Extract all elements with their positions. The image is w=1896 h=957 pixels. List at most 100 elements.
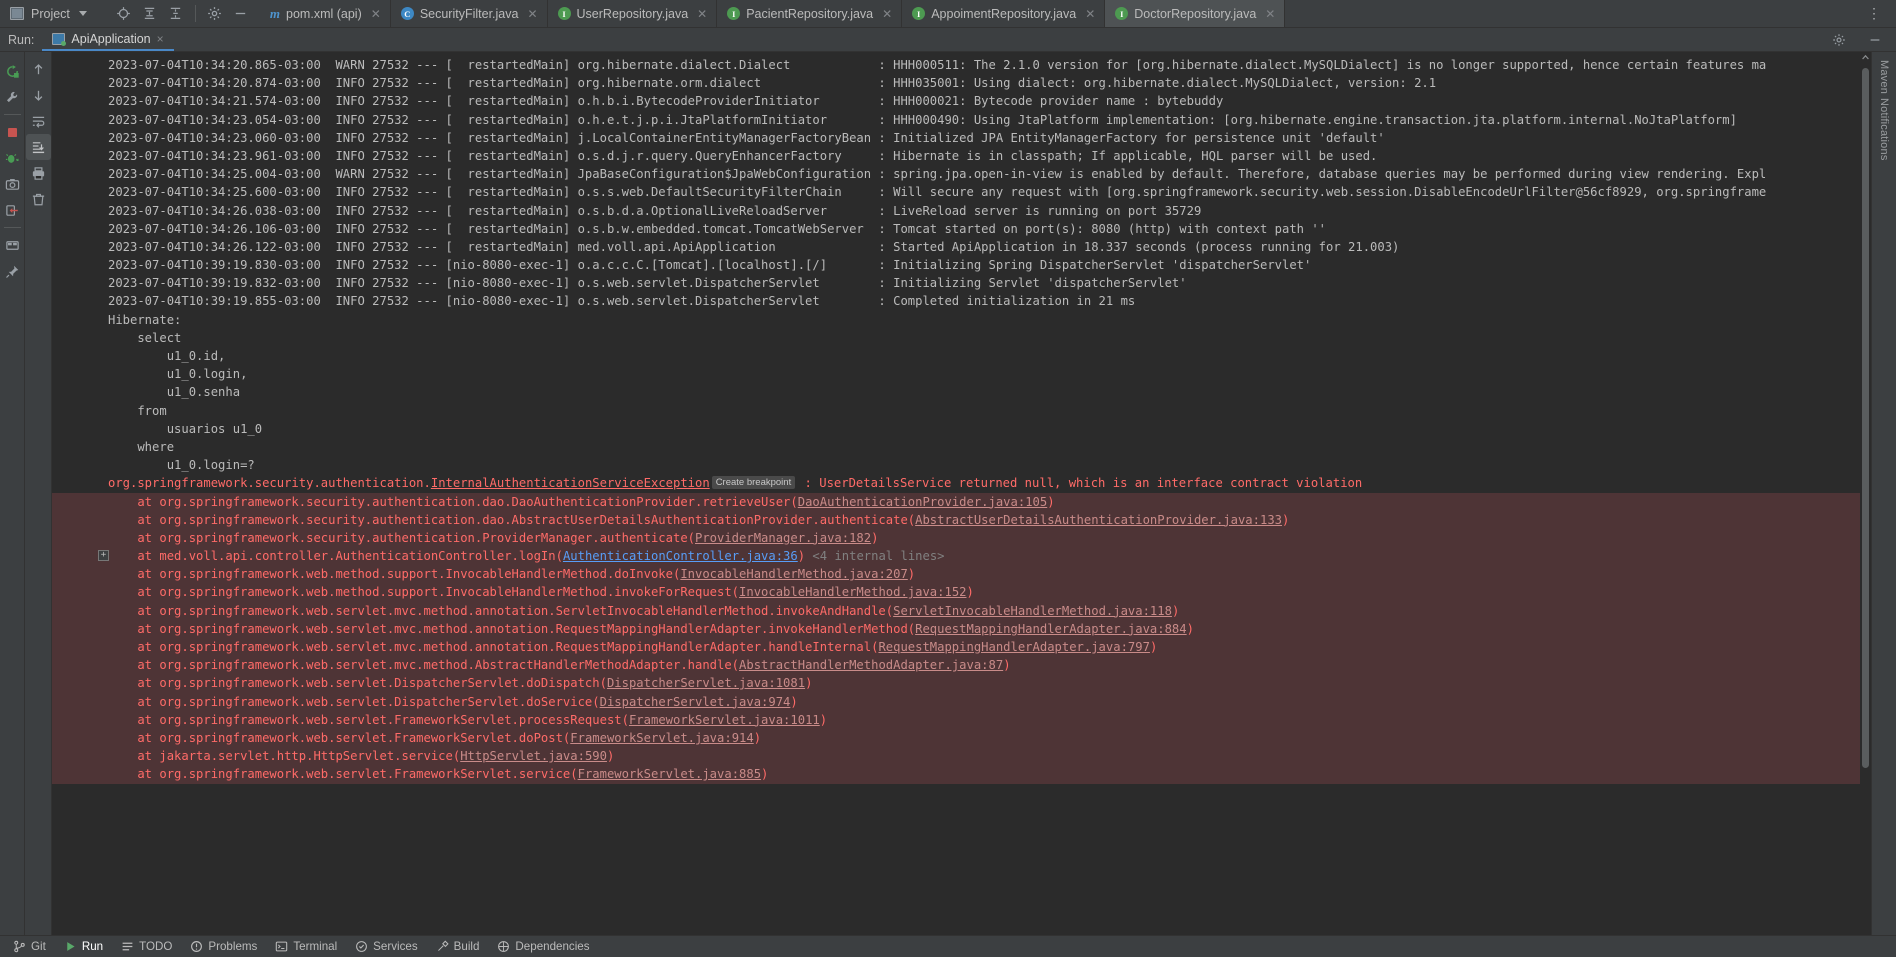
console-log-line: 2023-07-04T10:39:19.832-03:00 INFO 27532… xyxy=(108,276,1187,291)
stacktrace-file-link[interactable]: ProviderManager.java:182 xyxy=(695,531,871,545)
close-icon[interactable]: ✕ xyxy=(882,7,892,21)
status-problems-label: Problems xyxy=(208,940,258,953)
create-breakpoint-badge[interactable]: Create breakpoint xyxy=(711,476,796,490)
close-icon[interactable]: ✕ xyxy=(697,7,707,21)
class-icon: C xyxy=(400,7,414,20)
console-sql-line: u1_0.senha xyxy=(108,385,248,400)
close-icon[interactable]: ✕ xyxy=(1085,7,1095,21)
settings-gear-icon[interactable] xyxy=(202,1,228,27)
main-toolbar: Project m pom.xml (api) ✕ C SecurityFilt… xyxy=(0,0,1896,28)
stacktrace-file-link[interactable]: InvocableHandlerMethod.java:207 xyxy=(680,567,907,581)
stacktrace-file-link[interactable]: DispatcherServlet.java:1081 xyxy=(607,676,805,690)
run-config-tab-apiapplication[interactable]: ApiApplication × xyxy=(42,28,174,51)
scroll-up-icon[interactable] xyxy=(26,56,51,82)
console-stacktrace-line: at org.springframework.security.authenti… xyxy=(52,528,1871,548)
services-icon xyxy=(356,941,368,952)
console-stacktrace-line: at org.springframework.web.method.suppor… xyxy=(52,583,1871,602)
close-icon[interactable]: × xyxy=(157,32,164,46)
more-options-icon[interactable]: ⋮ xyxy=(1859,5,1890,22)
dependencies-icon xyxy=(498,941,510,952)
stacktrace-file-link[interactable]: RequestMappingHandlerAdapter.java:797 xyxy=(878,640,1150,654)
stacktrace-file-link[interactable]: HttpServlet.java:590 xyxy=(460,749,607,763)
editor-tab-pacientrepository[interactable]: I PacientRepository.java ✕ xyxy=(717,0,903,27)
stop-icon[interactable] xyxy=(0,119,25,145)
status-run[interactable]: Run xyxy=(55,936,112,957)
close-icon[interactable]: ✕ xyxy=(1265,7,1275,21)
status-terminal[interactable]: Terminal xyxy=(266,936,346,957)
stacktrace-file-link[interactable]: InvocableHandlerMethod.java:152 xyxy=(739,585,966,599)
project-widget[interactable]: Project xyxy=(10,7,87,21)
editor-tab-doctorrepository[interactable]: I DoctorRepository.java ✕ xyxy=(1105,0,1286,27)
console-stacktrace-line: at org.springframework.web.method.suppor… xyxy=(52,565,1871,584)
stacktrace-file-link[interactable]: AbstractUserDetailsAuthenticationProvide… xyxy=(915,513,1282,527)
stacktrace-file-link[interactable]: FrameworkServlet.java:914 xyxy=(570,731,753,745)
layout-icon[interactable] xyxy=(0,232,25,258)
scroll-to-end-icon[interactable] xyxy=(25,134,51,160)
editor-tab-userrepository[interactable]: I UserRepository.java ✕ xyxy=(547,0,718,27)
console-log-line: 2023-07-04T10:34:23.961-03:00 INFO 27532… xyxy=(108,148,1378,163)
rerun-icon[interactable] xyxy=(0,58,25,84)
hide-icon[interactable] xyxy=(228,1,254,27)
locate-icon[interactable] xyxy=(111,1,137,27)
close-icon[interactable]: ✕ xyxy=(527,7,537,21)
scroll-up-arrow[interactable] xyxy=(1860,52,1871,63)
close-icon[interactable]: ✕ xyxy=(371,7,381,21)
stacktrace-file-link[interactable]: AbstractHandlerMethodAdapter.java:87 xyxy=(739,658,1003,672)
status-todo[interactable]: TODO xyxy=(112,936,181,957)
console-log-line: 2023-07-04T10:39:19.855-03:00 INFO 27532… xyxy=(108,294,1136,309)
interface-icon: I xyxy=(1115,7,1129,20)
restart-debug-icon[interactable] xyxy=(0,145,25,171)
stacktrace-file-link[interactable]: DaoAuthenticationProvider.java:105 xyxy=(798,495,1047,509)
gear-icon[interactable] xyxy=(1826,27,1852,53)
console-scrollbar-thumb[interactable] xyxy=(1862,68,1869,768)
editor-tab-pom-xml[interactable]: m pom.xml (api) ✕ xyxy=(259,0,391,27)
thread-dump-icon[interactable] xyxy=(0,197,25,223)
console-log-line: 2023-07-04T10:34:25.600-03:00 INFO 27532… xyxy=(108,185,1767,200)
collapse-all-icon[interactable] xyxy=(137,1,163,27)
todo-icon xyxy=(122,942,133,951)
status-bar: Git Run TODO Problems Terminal Services … xyxy=(0,935,1896,957)
camera-snapshot-icon[interactable] xyxy=(0,171,25,197)
status-dependencies[interactable]: Dependencies xyxy=(488,936,598,957)
interface-icon: I xyxy=(557,7,571,20)
stacktrace-file-link[interactable]: FrameworkServlet.java:1011 xyxy=(629,713,820,727)
wrench-settings-icon[interactable] xyxy=(0,84,25,110)
tool-window-notifications[interactable]: Notifications xyxy=(1878,98,1890,161)
editor-tab-label: UserRepository.java xyxy=(576,6,689,21)
stacktrace-file-link[interactable]: AuthenticationController.java:36 xyxy=(563,549,798,563)
minimize-icon[interactable] xyxy=(1862,27,1888,53)
tool-window-maven[interactable]: Maven xyxy=(1878,60,1890,94)
project-icon xyxy=(10,7,24,20)
expand-frames-toggle[interactable]: + xyxy=(98,550,109,562)
soft-wrap-icon[interactable] xyxy=(26,108,51,134)
stacktrace-file-link[interactable]: FrameworkServlet.java:885 xyxy=(578,767,761,781)
status-terminal-label: Terminal xyxy=(293,940,338,953)
exception-class-link[interactable]: InternalAuthenticationServiceException xyxy=(431,476,710,490)
status-problems[interactable]: Problems xyxy=(181,936,266,957)
status-build[interactable]: Build xyxy=(427,936,489,957)
stacktrace-file-link[interactable]: DispatcherServlet.java:974 xyxy=(600,695,791,709)
print-icon[interactable] xyxy=(26,160,51,186)
console-stacktrace-line: at org.springframework.web.servlet.Frame… xyxy=(52,765,1871,784)
expand-all-icon[interactable] xyxy=(163,1,189,27)
status-services[interactable]: Services xyxy=(346,936,426,957)
console-output[interactable]: 2023-07-04T10:34:20.865-03:00 WARN 27532… xyxy=(52,52,1871,935)
console-log-line: 2023-07-04T10:34:26.038-03:00 INFO 27532… xyxy=(108,203,1202,218)
run-actions-toolbar xyxy=(0,52,25,935)
stacktrace-file-link[interactable]: ServletInvocableHandlerMethod.java:118 xyxy=(893,604,1172,618)
console-stacktrace-line: at org.springframework.web.servlet.mvc.m… xyxy=(52,638,1871,657)
maven-icon: m xyxy=(269,6,281,21)
main-content-row: 2023-07-04T10:34:20.865-03:00 WARN 27532… xyxy=(0,52,1896,935)
status-git[interactable]: Git xyxy=(4,936,55,957)
chevron-down-icon[interactable] xyxy=(78,11,87,16)
stacktrace-file-link[interactable]: RequestMappingHandlerAdapter.java:884 xyxy=(915,622,1187,636)
clear-all-trash-icon[interactable] xyxy=(26,186,51,212)
console-scrollbar[interactable] xyxy=(1860,52,1871,935)
editor-tab-securityfilter[interactable]: C SecurityFilter.java ✕ xyxy=(390,0,548,27)
run-window-label: Run: xyxy=(8,32,35,47)
status-git-label: Git xyxy=(31,940,46,953)
pin-icon[interactable] xyxy=(0,258,25,284)
scroll-down-icon[interactable] xyxy=(26,82,51,108)
editor-tab-appoimentrepository[interactable]: I AppoimentRepository.java ✕ xyxy=(902,0,1106,27)
folded-frames-label[interactable]: <4 internal lines> xyxy=(805,549,944,563)
